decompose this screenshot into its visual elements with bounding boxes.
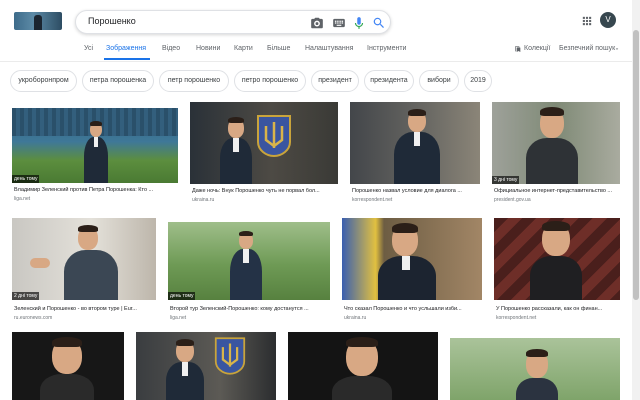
image-result[interactable] (12, 332, 124, 400)
result-domain[interactable]: korrespondent.net (496, 315, 536, 321)
search-input[interactable]: Порошенко (88, 16, 136, 26)
result-thumbnail[interactable] (12, 332, 124, 400)
result-thumbnail[interactable] (450, 338, 620, 400)
result-thumbnail[interactable]: 2 дні тому (12, 218, 156, 300)
search-logo-thumbnail[interactable] (14, 12, 62, 30)
collections-icon[interactable] (514, 45, 522, 53)
result-thumbnail[interactable]: день тому (12, 108, 178, 183)
result-domain[interactable]: liga.net (170, 315, 186, 321)
image-result[interactable]: день тому Владимир Зеленский против Петр… (12, 108, 178, 204)
search-icon[interactable] (372, 16, 386, 30)
search-box[interactable]: Порошенко (75, 10, 391, 34)
chip-petra-poroshenka[interactable]: петра порошенка (82, 70, 154, 92)
result-domain[interactable]: president.gov.ua (494, 197, 531, 203)
tab-video[interactable]: Відео (162, 45, 180, 52)
chevron-down-icon[interactable] (614, 46, 620, 52)
header: Порошенко V Усі Зображення Відео Новини … (0, 0, 632, 66)
related-searches-chips: укроборонпром петра порошенка петр порош… (0, 70, 632, 94)
microphone-icon[interactable] (352, 16, 366, 30)
result-domain[interactable]: ukraina.ru (344, 315, 366, 321)
active-tab-indicator (104, 58, 150, 60)
apps-grid-icon[interactable] (582, 16, 592, 26)
result-thumbnail[interactable] (288, 332, 438, 400)
tab-news[interactable]: Новини (196, 45, 220, 52)
tab-settings[interactable]: Налаштування (305, 45, 353, 52)
result-domain[interactable]: ukraina.ru (192, 197, 214, 203)
page-scrollbar[interactable] (632, 0, 640, 400)
result-thumbnail[interactable] (136, 332, 276, 400)
chip-ukroboronprom[interactable]: укроборонпром (10, 70, 77, 92)
result-thumbnail[interactable] (190, 102, 338, 184)
chip-prezydenta[interactable]: президента (364, 70, 414, 92)
image-result[interactable]: Даже ночь: Внук Порошенко чуть не порвал… (190, 102, 338, 204)
result-caption[interactable]: Официальное интернет-представительство .… (494, 188, 620, 194)
collections-link[interactable]: Колекції (524, 45, 550, 52)
result-caption[interactable]: Второй тур Зеленский-Порошенко: кому дос… (170, 306, 330, 312)
result-caption[interactable]: Зеленский и Порошенко - во втором туре |… (14, 306, 156, 312)
tab-maps[interactable]: Карти (234, 45, 253, 52)
date-badge: 2 дні тому (12, 292, 40, 300)
keyboard-icon[interactable] (332, 16, 346, 30)
result-domain[interactable]: korrespondent.net (352, 197, 392, 203)
result-caption[interactable]: Что сказал Порошенко и что усльшали изби… (344, 306, 482, 312)
tab-all[interactable]: Усі (84, 45, 93, 52)
result-domain[interactable]: liga.net (14, 196, 30, 202)
trident-emblem-icon (214, 337, 246, 375)
date-badge: день тому (168, 292, 196, 300)
chip-prezydent[interactable]: президент (311, 70, 359, 92)
image-result[interactable]: 3 дні тому Официальное интернет-представ… (492, 102, 620, 204)
image-result[interactable] (450, 338, 620, 400)
result-thumbnail[interactable] (350, 102, 480, 184)
result-thumbnail[interactable] (342, 218, 482, 300)
chip-vybory[interactable]: вибори (419, 70, 459, 92)
camera-icon[interactable] (310, 16, 324, 30)
image-result[interactable]: 2 дні тому Зеленский и Порошенко - во вт… (12, 218, 156, 322)
result-caption[interactable]: Владимир Зеленский против Петра Порошенк… (14, 187, 178, 193)
trident-emblem-icon (257, 115, 291, 158)
chip-petr-poroshenko[interactable]: петр порошенко (159, 70, 229, 92)
tab-more[interactable]: Більше (267, 45, 290, 52)
date-badge: 3 дні тому (492, 176, 520, 184)
result-domain[interactable]: ru.euronews.com (14, 315, 52, 321)
chip-petro-poroshenko[interactable]: петро порошенко (234, 70, 306, 92)
result-caption[interactable]: Порошенко назвал условие для диалога ... (352, 188, 480, 194)
result-thumbnail[interactable] (494, 218, 620, 300)
image-result[interactable]: У Порошенко рассказали, как он финан... … (494, 218, 620, 322)
image-result[interactable]: Что сказал Порошенко и что усльшали изби… (342, 218, 482, 322)
tab-images[interactable]: Зображення (106, 45, 146, 52)
result-caption[interactable]: Даже ночь: Внук Порошенко чуть не порвал… (192, 188, 338, 194)
tabs-divider (0, 61, 632, 62)
image-result[interactable]: день тому Второй тур Зеленский-Порошенко… (168, 222, 330, 322)
safe-search-link[interactable]: Безпечний пошук (559, 45, 615, 52)
image-result[interactable] (288, 332, 438, 400)
chip-2019[interactable]: 2019 (464, 70, 492, 92)
search-tabs: Усі Зображення Відео Новини Карти Більше… (0, 40, 632, 60)
image-result[interactable] (136, 332, 276, 400)
result-thumbnail[interactable]: 3 дні тому (492, 102, 620, 184)
result-caption[interactable]: У Порошенко рассказали, как он финан... (496, 306, 620, 312)
scrollbar-thumb[interactable] (633, 30, 639, 300)
date-badge: день тому (12, 175, 40, 183)
result-thumbnail[interactable]: день тому (168, 222, 330, 300)
tab-tools[interactable]: Інструменти (367, 45, 406, 52)
image-result[interactable]: Порошенко назвал условие для диалога ...… (350, 102, 480, 204)
account-avatar[interactable]: V (600, 12, 616, 28)
